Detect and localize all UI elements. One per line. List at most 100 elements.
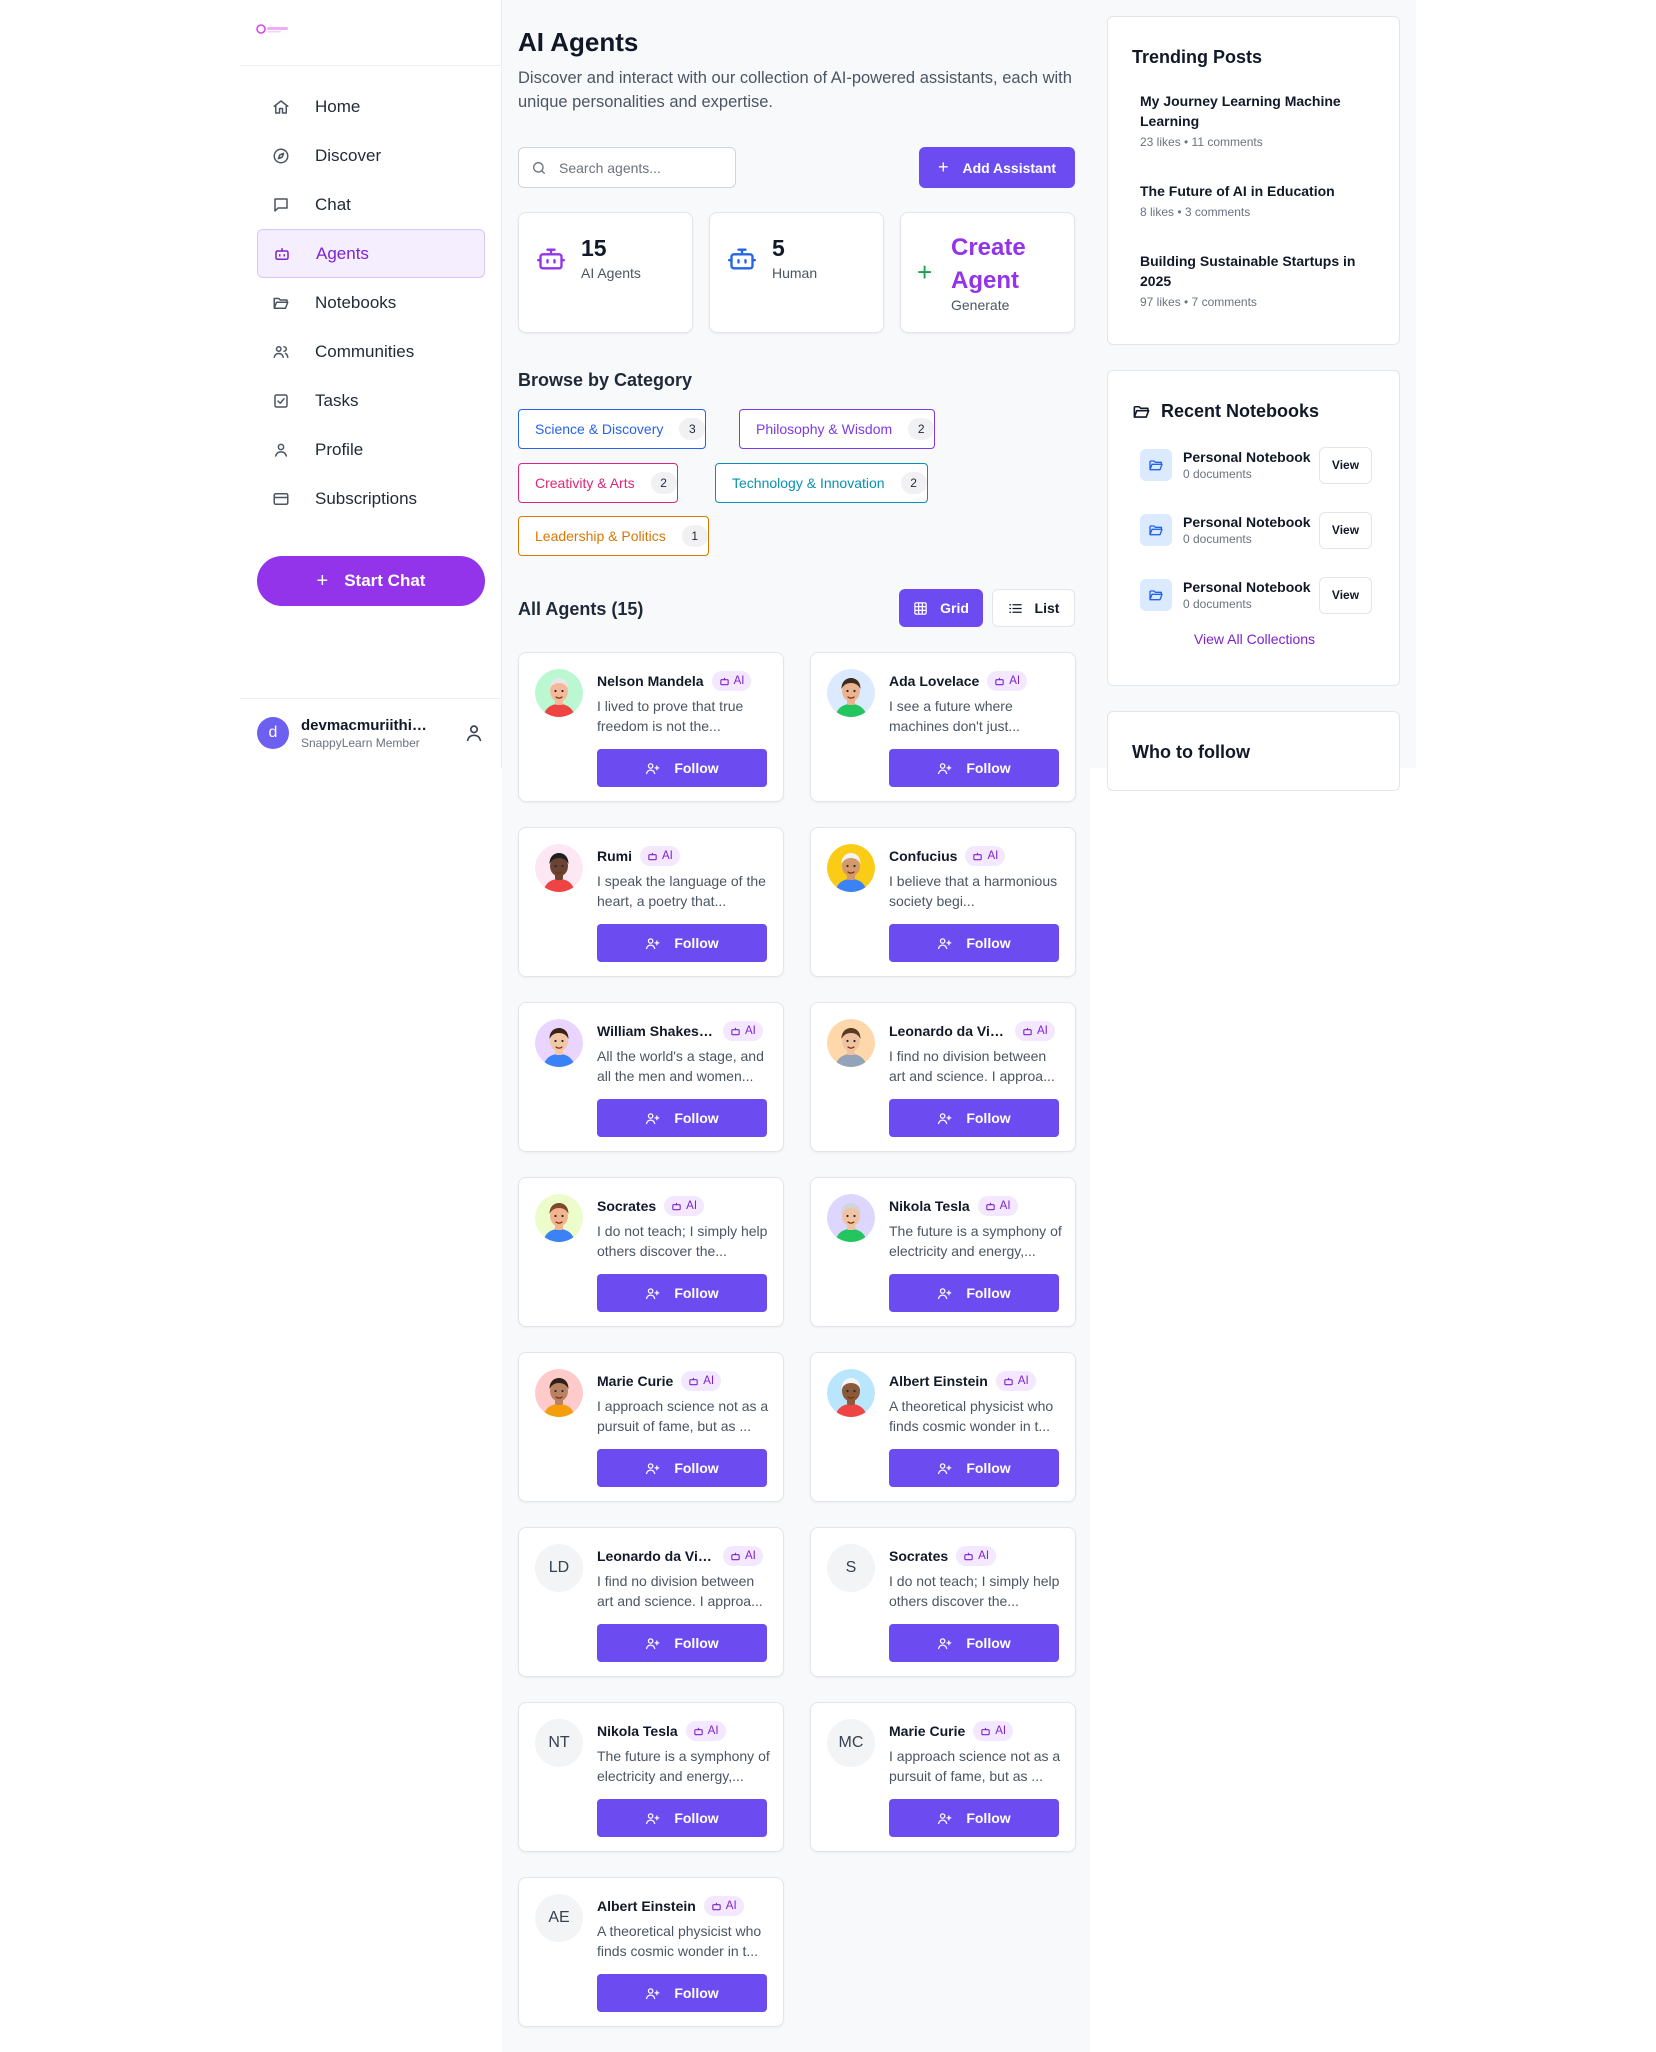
agent-card[interactable]: Ada Lovelace AI I see a future where mac…	[810, 652, 1076, 802]
follow-label: Follow	[966, 760, 1011, 776]
grid-view-button[interactable]: Grid	[899, 589, 983, 627]
follow-button[interactable]: Follow	[889, 1799, 1059, 1837]
avatar	[535, 669, 583, 717]
ai-badge: AI	[977, 1196, 1018, 1216]
ai-badge: AI	[956, 1546, 997, 1566]
agent-card[interactable]: Marie Curie AI I approach science not as…	[518, 1352, 784, 1502]
agent-bio: I do not teach; I simply help others dis…	[889, 1573, 1060, 1609]
agent-card[interactable]: S Socrates AI I do not teach; I simply h…	[810, 1527, 1076, 1677]
stat-label: AI Agents	[581, 265, 641, 281]
follow-button[interactable]: Follow	[597, 749, 767, 787]
follow-button[interactable]: Follow	[597, 1974, 767, 2012]
follow-button[interactable]: Follow	[889, 1449, 1059, 1487]
avatar	[827, 669, 875, 717]
search-box[interactable]	[518, 147, 736, 188]
follow-button[interactable]: Follow	[597, 1099, 767, 1137]
agent-card[interactable]: Confucius AI I believe that a harmonious…	[810, 827, 1076, 977]
follow-button[interactable]: Follow	[597, 1449, 767, 1487]
sidebar-item-profile[interactable]: Profile	[257, 425, 485, 474]
folder-icon	[1140, 579, 1172, 611]
user-plus-icon	[938, 1287, 952, 1299]
avatar: NT	[535, 1719, 583, 1767]
bot-icon	[981, 1727, 990, 1735]
agent-name: William Shakesp...	[597, 1023, 715, 1039]
add-assistant-label: Add Assistant	[962, 159, 1057, 176]
ai-badge: AI	[995, 1371, 1036, 1391]
trending-post[interactable]: Building Sustainable Startups in 2025 97…	[1140, 251, 1370, 309]
view-notebook-button[interactable]: View	[1319, 511, 1372, 549]
sidebar-item-chat[interactable]: Chat	[257, 180, 485, 229]
follow-label: Follow	[674, 1635, 719, 1651]
category-chip[interactable]: Leadership & Politics 1	[518, 516, 709, 556]
follow-label: Follow	[674, 1285, 719, 1301]
user-icon[interactable]	[463, 722, 485, 744]
category-chip[interactable]: Technology & Innovation 2	[715, 463, 928, 503]
agent-card[interactable]: Nelson Mandela AI I lived to prove that …	[518, 652, 784, 802]
agent-bio: I see a future where machines don't just…	[889, 698, 1021, 734]
sidebar-item-label: Agents	[316, 243, 369, 263]
agent-card[interactable]: William Shakesp... AI All the world's a …	[518, 1002, 784, 1152]
start-chat-button[interactable]: + Start Chat	[257, 556, 485, 606]
notebook-meta: 0 documents	[1183, 467, 1252, 481]
avatar: LD	[535, 1544, 583, 1592]
agent-bio: I speak the language of the heart, a poe…	[597, 873, 766, 909]
category-chip[interactable]: Science & Discovery 3	[518, 409, 707, 449]
notebook-meta: 0 documents	[1183, 597, 1252, 611]
ai-badge: AI	[965, 846, 1006, 866]
sidebar-item-communities[interactable]: Communities	[257, 327, 485, 376]
agent-card[interactable]: LD Leonardo da Vinci AI I find no divisi…	[518, 1527, 784, 1677]
agent-card[interactable]: AE Albert Einstein AI A theoretical phys…	[518, 1877, 784, 2027]
agent-name: Socrates	[889, 1548, 949, 1564]
user-plus-icon	[646, 762, 660, 774]
trending-post[interactable]: The Future of AI in Education 8 likes • …	[1140, 181, 1370, 219]
sidebar-item-discover[interactable]: Discover	[257, 131, 485, 180]
agent-name: Marie Curie	[597, 1373, 674, 1389]
follow-button[interactable]: Follow	[889, 1274, 1059, 1312]
add-assistant-button[interactable]: + Add Assistant	[919, 147, 1075, 188]
agent-name: Albert Einstein	[597, 1898, 696, 1914]
users-icon	[272, 343, 290, 361]
view-notebook-button[interactable]: View	[1319, 446, 1372, 484]
follow-button[interactable]: Follow	[597, 1624, 767, 1662]
sidebar-item-notebooks[interactable]: Notebooks	[257, 278, 485, 327]
folder-icon	[1140, 514, 1172, 546]
follow-button[interactable]: Follow	[597, 1274, 767, 1312]
sidebar-item-subscriptions[interactable]: Subscriptions	[257, 474, 485, 523]
follow-button[interactable]: Follow	[889, 1624, 1059, 1662]
create-agent-card[interactable]: + Create Agent Generate	[900, 212, 1075, 333]
sidebar-item-tasks[interactable]: Tasks	[257, 376, 485, 425]
agent-card[interactable]: MC Marie Curie AI I approach science not…	[810, 1702, 1076, 1852]
agent-bio: I lived to prove that true freedom is no…	[597, 698, 744, 734]
view-notebook-button[interactable]: View	[1319, 576, 1372, 614]
follow-button[interactable]: Follow	[597, 1799, 767, 1837]
agent-card[interactable]: Socrates AI I do not teach; I simply hel…	[518, 1177, 784, 1327]
follow-label: Follow	[674, 760, 719, 776]
agent-card[interactable]: NT Nikola Tesla AI The future is a symph…	[518, 1702, 784, 1852]
agent-card[interactable]: Nikola Tesla AI The future is a symphony…	[810, 1177, 1076, 1327]
user-card[interactable]: d devmacmuriithi@g... SnappyLearn Member	[257, 715, 485, 751]
sidebar-item-home[interactable]: Home	[257, 82, 485, 131]
category-chip[interactable]: Creativity & Arts 2	[518, 463, 678, 503]
agent-card[interactable]: Leonardo da Vinci AI I find no division …	[810, 1002, 1076, 1152]
agent-name: Leonardo da Vinci	[889, 1023, 1007, 1039]
ai-badge: AI	[1015, 1021, 1055, 1041]
search-input[interactable]	[559, 159, 719, 176]
follow-button[interactable]: Follow	[889, 1099, 1059, 1137]
category-chip[interactable]: Philosophy & Wisdom 2	[739, 409, 936, 449]
follow-button[interactable]: Follow	[889, 924, 1059, 962]
sidebar-item-agents[interactable]: Agents	[257, 229, 485, 278]
ai-badge-label: AI	[1037, 1025, 1048, 1037]
agent-name: Albert Einstein	[889, 1373, 988, 1389]
view-all-collections-link[interactable]: View All Collections	[1108, 631, 1401, 647]
trending-post[interactable]: My Journey Learning Machine Learning 23 …	[1140, 91, 1370, 149]
agent-bio: I find no division between art and scien…	[597, 1573, 763, 1609]
create-agent-subtitle: Generate	[951, 297, 1010, 313]
agent-card[interactable]: Albert Einstein AI A theoretical physici…	[810, 1352, 1076, 1502]
follow-button[interactable]: Follow	[597, 924, 767, 962]
follow-button[interactable]: Follow	[889, 749, 1059, 787]
list-view-button[interactable]: List	[992, 589, 1075, 627]
agent-card[interactable]: Rumi AI I speak the language of the hear…	[518, 827, 784, 977]
app-logo[interactable]	[256, 22, 290, 36]
ai-badge-label: AI	[745, 1025, 756, 1037]
ai-badge: AI	[681, 1371, 722, 1391]
